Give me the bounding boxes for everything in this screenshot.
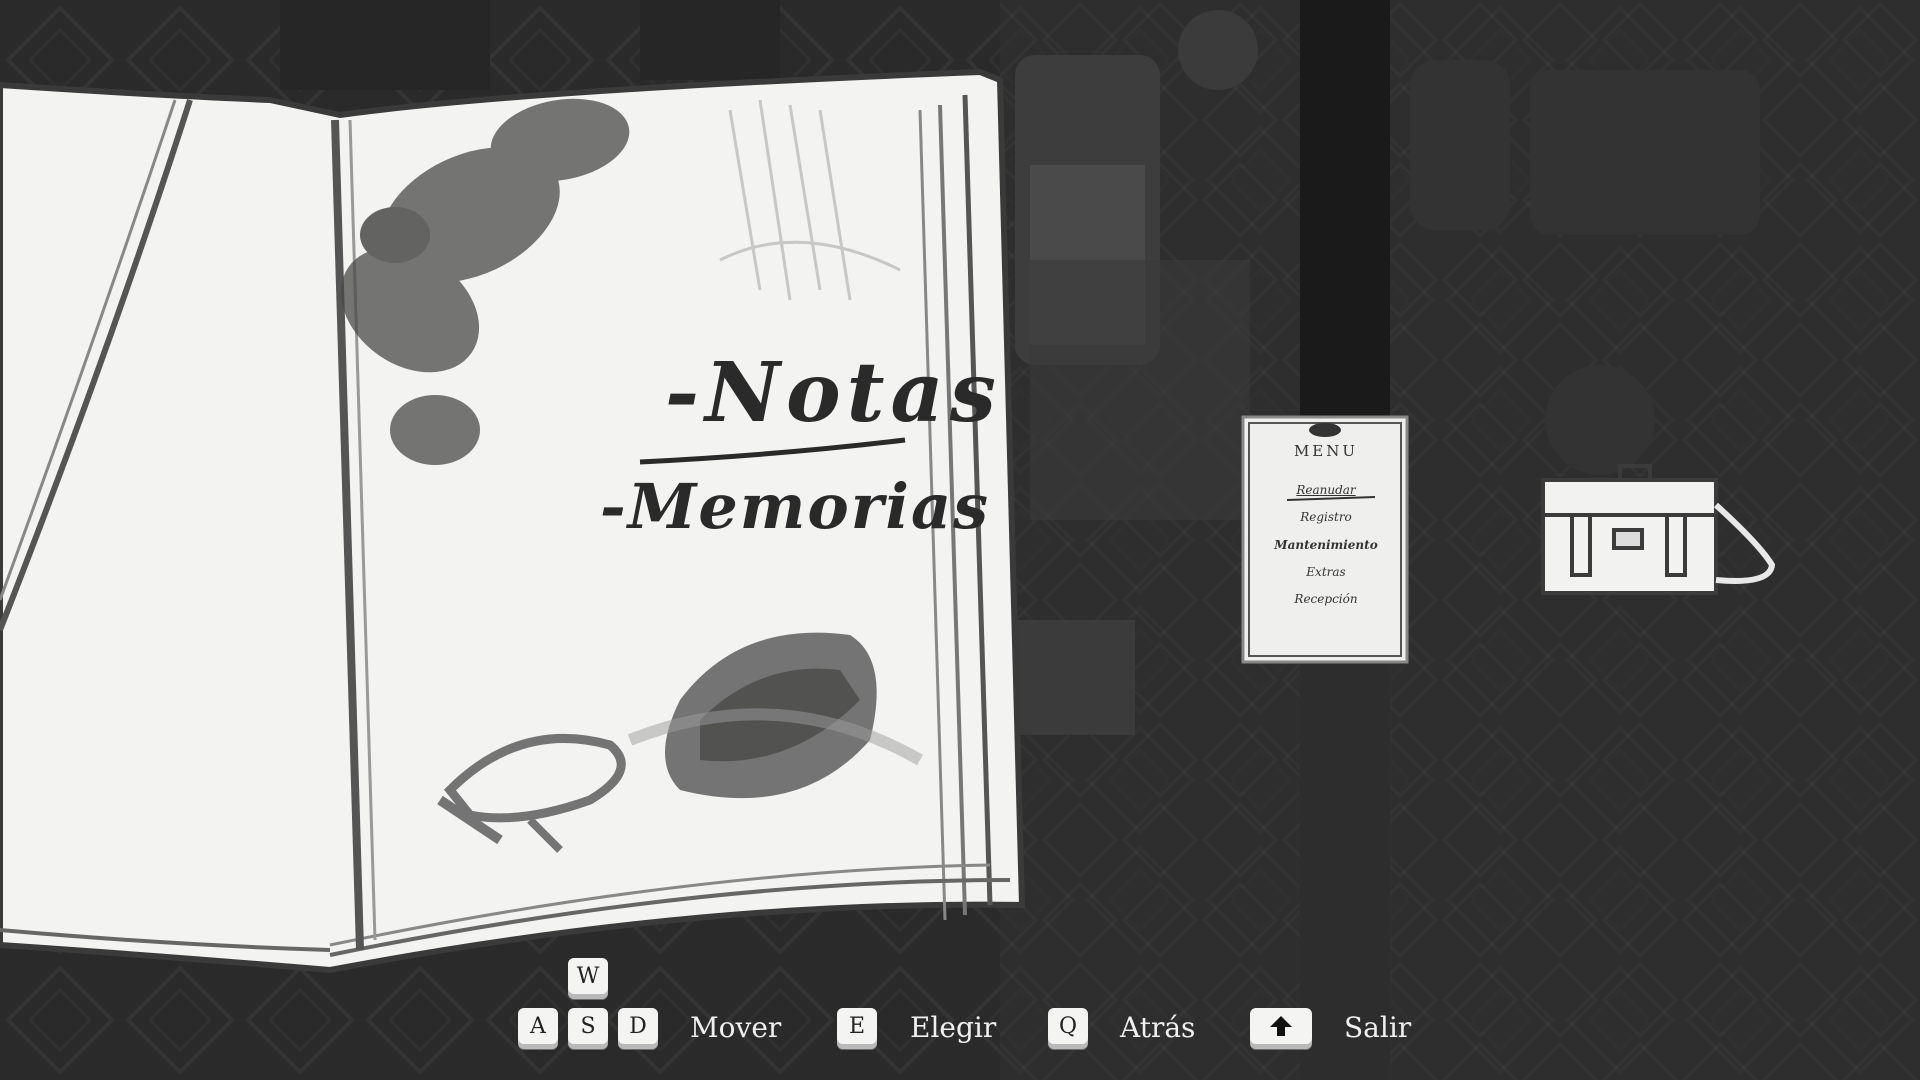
sofa-silhouette xyxy=(1530,70,1760,235)
memorias-label: -Memorias xyxy=(600,470,991,543)
menu-card-item-mantenimiento[interactable]: Mantenimiento xyxy=(1243,538,1409,552)
hint-elegir: Elegir xyxy=(910,1011,997,1044)
window-mid xyxy=(640,0,780,80)
key-shift xyxy=(1250,1008,1312,1044)
key-w: W xyxy=(568,958,608,994)
key-e: E xyxy=(837,1008,877,1044)
menu-card-title: MENU xyxy=(1293,442,1359,460)
key-s: S xyxy=(568,1008,608,1044)
hint-atras: Atrás xyxy=(1120,1011,1196,1044)
menu-card-item-extras[interactable]: Extras xyxy=(1243,565,1409,579)
armchair-silhouette xyxy=(1410,60,1510,230)
table-silhouette xyxy=(1010,620,1135,735)
shift-arrow-icon xyxy=(1270,1016,1292,1036)
key-q: Q xyxy=(1048,1008,1088,1044)
menu-card-item-reanudar[interactable]: Reanudar xyxy=(1243,483,1409,497)
hint-salir: Salir xyxy=(1344,1011,1412,1044)
key-d: D xyxy=(618,1008,658,1044)
briefcase-inventory[interactable] xyxy=(1525,460,1780,595)
notas-label: -Notas xyxy=(665,345,1002,441)
lamp-silhouette xyxy=(1178,10,1258,90)
hint-mover: Mover xyxy=(690,1011,782,1044)
rug-silhouette xyxy=(1030,260,1250,520)
key-a: A xyxy=(518,1008,558,1044)
menu-card-item-registro[interactable]: Registro xyxy=(1243,510,1409,524)
menu-card-item-recepcion[interactable]: Recepción xyxy=(1243,592,1409,606)
table-round-silhouette xyxy=(1545,365,1655,475)
